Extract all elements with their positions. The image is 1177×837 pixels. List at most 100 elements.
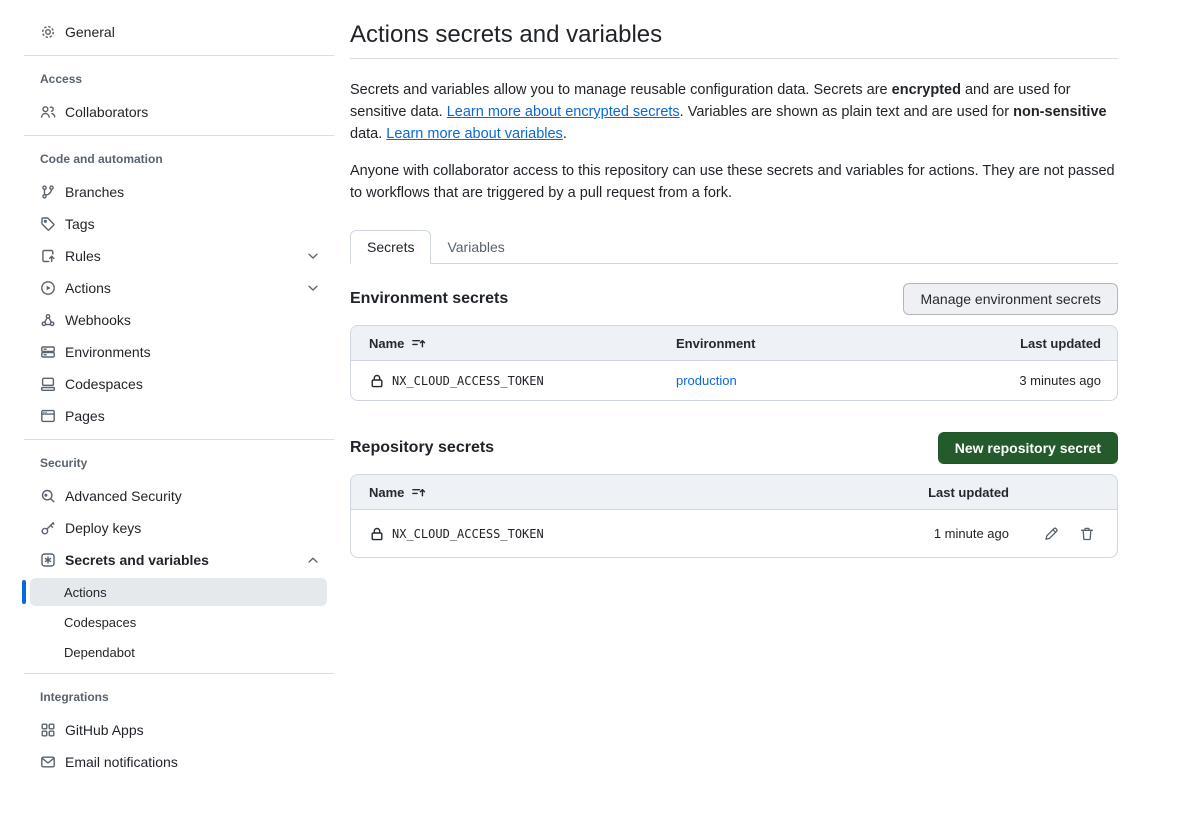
table-row: NX_CLOUD_ACCESS_TOKEN production 3 minut…	[351, 360, 1117, 400]
sidebar-item-actions[interactable]: Actions	[24, 272, 334, 304]
sidebar-item-label: Deploy keys	[65, 520, 141, 536]
table-row: NX_CLOUD_ACCESS_TOKEN 1 minute ago	[351, 509, 1117, 557]
main-content: Actions secrets and variables Secrets an…	[350, 0, 1118, 558]
new-repository-secret-button[interactable]: New repository secret	[938, 432, 1118, 464]
sidebar-divider	[24, 135, 334, 136]
git-branch-icon	[40, 184, 56, 200]
sidebar-item-label: Branches	[65, 184, 124, 200]
sidebar-subitem-codespaces[interactable]: Codespaces	[30, 608, 327, 636]
environment-secrets-table: Name Environment Last updated NX_CLOUD_A…	[350, 325, 1118, 401]
sidebar-divider	[24, 55, 334, 56]
sidebar-item-email-notifications[interactable]: Email notifications	[24, 746, 334, 778]
environment-link[interactable]: production	[676, 373, 737, 388]
last-updated-value: 3 minutes ago	[957, 373, 1117, 388]
column-header-environment: Environment	[676, 336, 957, 351]
secrets-variables-tabnav: Secrets Variables	[350, 230, 1118, 264]
secret-name: NX_CLOUD_ACCESS_TOKEN	[392, 527, 544, 541]
sidebar-section-access: Access	[40, 70, 334, 88]
browser-icon	[40, 408, 56, 424]
sidebar-item-codespaces[interactable]: Codespaces	[24, 368, 334, 400]
sidebar-item-label: Actions	[65, 280, 111, 296]
sidebar-subitem-dependabot[interactable]: Dependabot	[30, 638, 327, 666]
collaborator-paragraph: Anyone with collaborator access to this …	[350, 160, 1118, 204]
sidebar-section-code-automation: Code and automation	[40, 150, 334, 168]
selected-accent-bar	[22, 580, 26, 604]
sidebar-item-label: Codespaces	[65, 376, 143, 392]
sort-ascending-icon[interactable]	[411, 336, 426, 351]
sort-ascending-icon[interactable]	[411, 485, 426, 500]
sidebar-item-secrets-and-variables[interactable]: Secrets and variables	[24, 544, 334, 576]
sidebar-item-rules[interactable]: Rules	[24, 240, 334, 272]
column-header-last-updated: Last updated	[957, 336, 1117, 351]
sidebar-section-security: Security	[40, 454, 334, 472]
intro-text: . Variables are shown as plain text and …	[680, 104, 1013, 120]
sidebar-item-collaborators[interactable]: Collaborators	[24, 96, 334, 128]
column-header-name: Name	[369, 485, 404, 500]
intro-text: data.	[350, 126, 386, 142]
sidebar-item-label: Collaborators	[65, 104, 148, 120]
gear-icon	[40, 24, 56, 40]
repository-secrets-table-header: Name Last updated	[351, 475, 1117, 509]
intro-bold-encrypted: encrypted	[892, 82, 961, 98]
sidebar-item-branches[interactable]: Branches	[24, 176, 334, 208]
sidebar-item-label: Tags	[65, 216, 95, 232]
sidebar-item-label: Webhooks	[65, 312, 131, 328]
chevron-down-icon[interactable]	[306, 281, 320, 295]
codescan-icon	[40, 488, 56, 504]
link-learn-variables[interactable]: Learn more about variables	[386, 126, 563, 142]
sidebar-item-label: Environments	[65, 344, 151, 360]
manage-environment-secrets-button[interactable]: Manage environment secrets	[903, 283, 1118, 315]
sidebar-divider	[24, 673, 334, 674]
sidebar-item-label: Pages	[65, 408, 105, 424]
sidebar-item-advanced-security[interactable]: Advanced Security	[24, 480, 334, 512]
delete-trash-icon[interactable]	[1079, 526, 1095, 542]
rules-icon	[40, 248, 56, 264]
link-learn-encrypted-secrets[interactable]: Learn more about encrypted secrets	[447, 104, 680, 120]
sidebar-item-label: Email notifications	[65, 754, 178, 770]
tag-icon	[40, 216, 56, 232]
sidebar-item-webhooks[interactable]: Webhooks	[24, 304, 334, 336]
sidebar-item-general[interactable]: General	[24, 16, 334, 48]
intro-text: .	[563, 126, 567, 142]
sidebar-item-label: GitHub Apps	[65, 722, 144, 738]
codespaces-icon	[40, 376, 56, 392]
intro-paragraph: Secrets and variables allow you to manag…	[350, 79, 1118, 145]
key-icon	[40, 520, 56, 536]
intro-text: Secrets and variables allow you to manag…	[350, 82, 892, 98]
repository-secrets-table: Name Last updated NX_CLOUD_ACCESS_TOKEN …	[350, 474, 1118, 558]
webhook-icon	[40, 312, 56, 328]
mail-icon	[40, 754, 56, 770]
secret-asterisk-icon	[40, 552, 56, 568]
sidebar-item-github-apps[interactable]: GitHub Apps	[24, 714, 334, 746]
repository-secrets-header: Repository secrets New repository secret	[350, 432, 1118, 464]
settings-sidebar: General Access Collaborators Code and au…	[24, 16, 334, 778]
edit-pencil-icon[interactable]	[1043, 526, 1059, 542]
tab-secrets[interactable]: Secrets	[350, 230, 431, 264]
secret-name: NX_CLOUD_ACCESS_TOKEN	[392, 374, 544, 388]
people-icon	[40, 104, 56, 120]
lock-icon	[369, 373, 385, 389]
column-header-last-updated: Last updated	[869, 485, 1009, 500]
sidebar-item-label: Advanced Security	[65, 488, 182, 504]
sidebar-divider	[24, 439, 334, 440]
environment-secrets-heading: Environment secrets	[350, 290, 508, 308]
sidebar-item-deploy-keys[interactable]: Deploy keys	[24, 512, 334, 544]
sidebar-subitem-actions[interactable]: Actions	[30, 578, 327, 606]
sidebar-subitem-label: Codespaces	[64, 615, 136, 630]
sidebar-item-label: Secrets and variables	[65, 552, 209, 568]
chevron-down-icon[interactable]	[306, 249, 320, 263]
tab-variables[interactable]: Variables	[431, 231, 520, 263]
sidebar-section-integrations: Integrations	[40, 688, 334, 706]
intro-bold-non-sensitive: non-sensitive	[1013, 104, 1106, 120]
sidebar-item-pages[interactable]: Pages	[24, 400, 334, 432]
sidebar-item-tags[interactable]: Tags	[24, 208, 334, 240]
lock-icon	[369, 526, 385, 542]
server-icon	[40, 344, 56, 360]
sidebar-item-label: General	[65, 24, 115, 40]
repository-secrets-heading: Repository secrets	[350, 439, 494, 457]
sidebar-item-environments[interactable]: Environments	[24, 336, 334, 368]
page-title: Actions secrets and variables	[350, 21, 1118, 49]
apps-grid-icon	[40, 722, 56, 738]
title-divider	[350, 58, 1118, 59]
chevron-up-icon[interactable]	[306, 553, 320, 567]
